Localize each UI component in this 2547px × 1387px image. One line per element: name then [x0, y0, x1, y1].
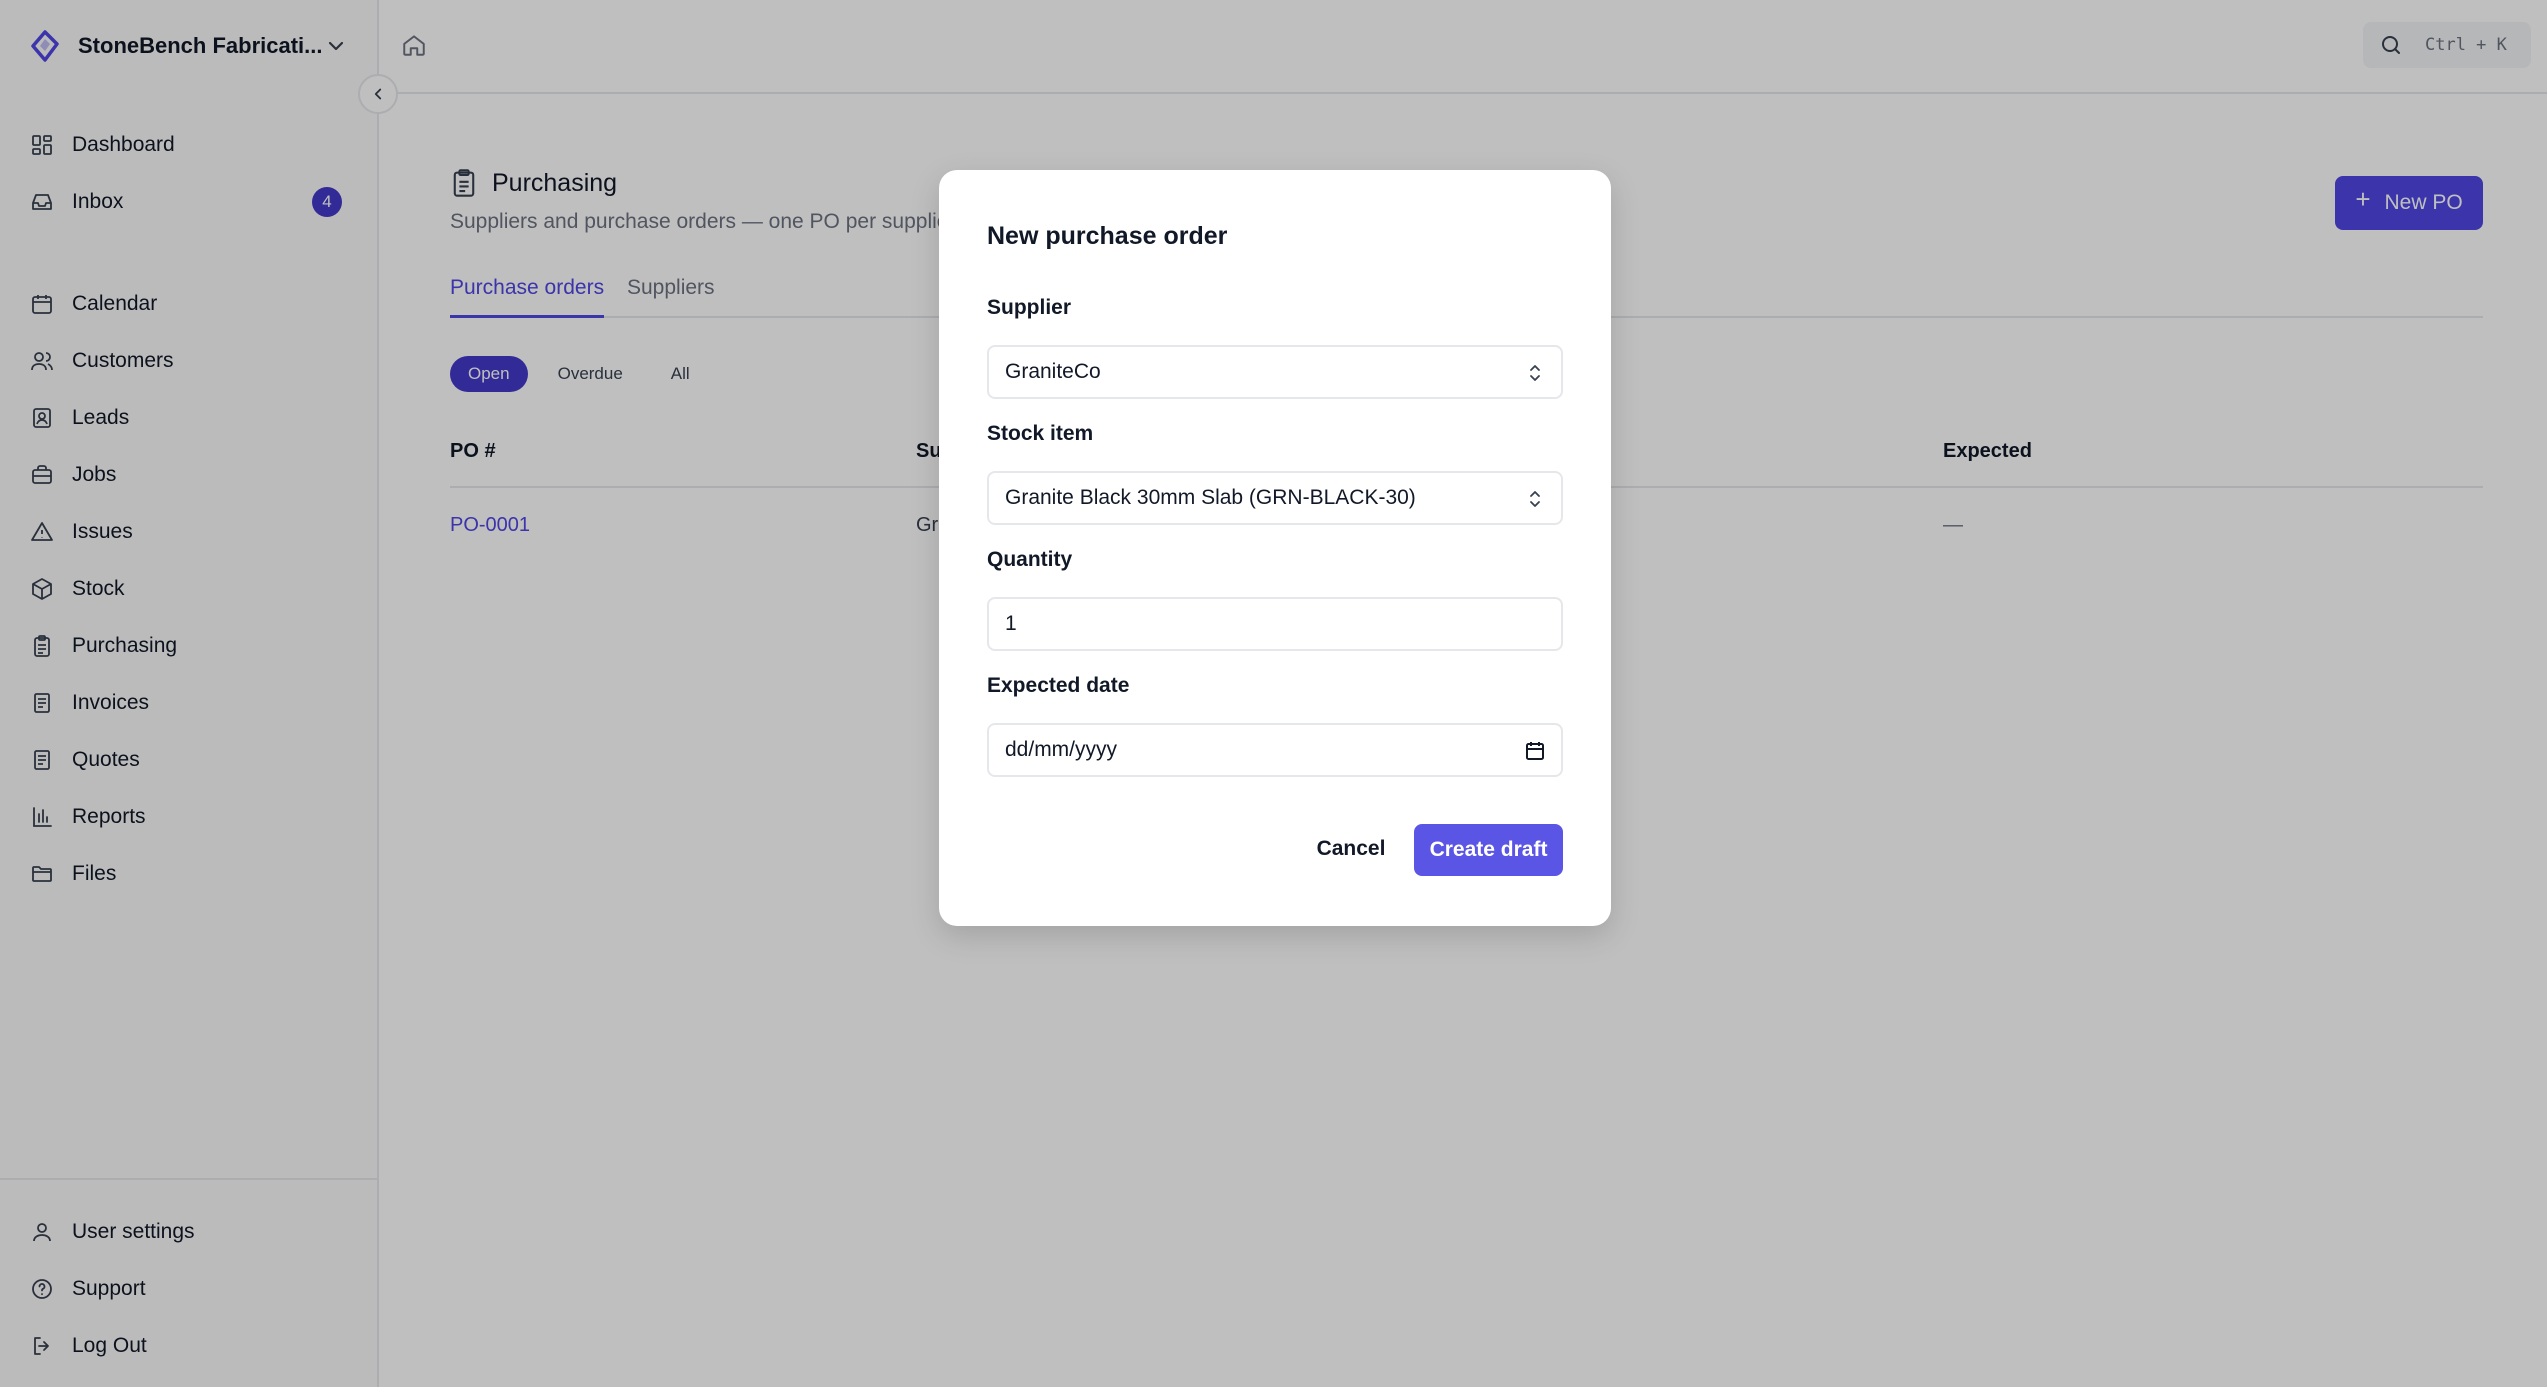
quantity-input[interactable]: 1: [987, 597, 1563, 651]
quantity-value: 1: [1005, 612, 1017, 635]
create-draft-button[interactable]: Create draft: [1414, 824, 1563, 876]
expected-date-label: Expected date: [987, 674, 1130, 697]
quantity-label: Quantity: [987, 548, 1073, 571]
stock-item-select[interactable]: Granite Black 30mm Slab (GRN-BLACK-30): [987, 471, 1563, 525]
date-placeholder: dd/mm/yyyy: [1005, 738, 1118, 761]
stock-item-value: Granite Black 30mm Slab (GRN-BLACK-30): [1005, 486, 1416, 509]
calendar-icon[interactable]: [1525, 740, 1545, 762]
supplier-select[interactable]: GraniteCo: [987, 345, 1563, 399]
expected-date-input[interactable]: dd/mm/yyyy: [987, 723, 1563, 777]
dialog-title: New purchase order: [987, 222, 1228, 250]
select-arrows-icon: [1530, 365, 1540, 381]
cancel-button[interactable]: Cancel: [1307, 824, 1395, 874]
stock-item-label: Stock item: [987, 422, 1094, 445]
supplier-label: Supplier: [987, 296, 1072, 319]
supplier-value: GraniteCo: [1005, 360, 1101, 383]
select-arrows-icon: [1530, 491, 1540, 507]
new-po-dialog: New purchase order Supplier GraniteCo St…: [939, 170, 1611, 926]
